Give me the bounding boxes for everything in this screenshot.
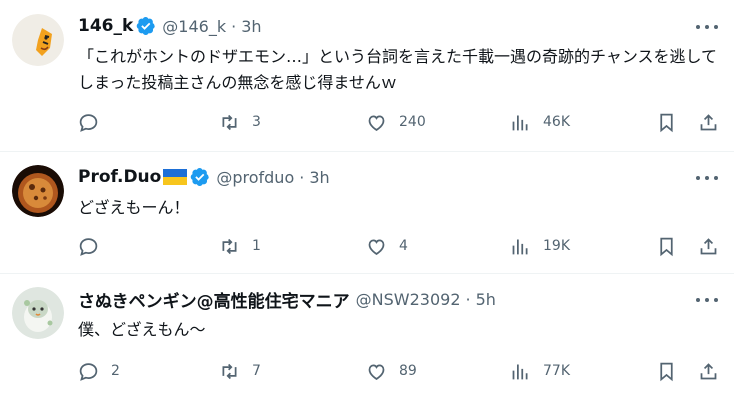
author-name[interactable]: 146_k xyxy=(78,16,133,36)
like-count: 240 xyxy=(399,114,426,130)
reply-button[interactable] xyxy=(78,111,111,133)
post[interactable]: さぬきペンギン@高性能住宅マニア @NSW23092 · 5h 僕、どざえもん〜… xyxy=(0,273,734,408)
avatar[interactable] xyxy=(12,14,64,66)
share-icon xyxy=(700,237,717,254)
like-button[interactable]: 89 xyxy=(366,360,417,382)
share-button[interactable] xyxy=(698,111,719,133)
repost-button[interactable]: 3 xyxy=(219,111,261,133)
avatar[interactable] xyxy=(12,165,64,217)
bookmark-button[interactable] xyxy=(656,235,677,257)
bookmark-button[interactable] xyxy=(656,111,677,133)
repost-button[interactable]: 1 xyxy=(219,235,261,257)
separator-dot: · xyxy=(231,16,237,36)
post-text: 「これがホントのドザエモン…」という台詞を言えた千載一遇の奇跡的チャンスを逃して… xyxy=(78,47,718,92)
more-icon[interactable] xyxy=(696,20,718,34)
ukraine-flag-icon xyxy=(163,169,188,185)
post-text: どざえもーん！ xyxy=(78,198,190,217)
bookmark-icon xyxy=(660,362,673,381)
reply-icon xyxy=(79,113,98,132)
repost-count: 3 xyxy=(252,114,261,130)
author-handle[interactable]: @146_k xyxy=(162,17,226,36)
like-button[interactable]: 240 xyxy=(366,111,426,133)
like-count: 4 xyxy=(399,238,408,254)
author-name[interactable]: Prof.Duo xyxy=(78,167,161,187)
share-icon xyxy=(700,113,717,130)
post[interactable]: 146_k @146_k · 3h 「これがホントのドザエモン…」という台詞を言… xyxy=(0,0,734,151)
like-icon xyxy=(368,363,385,380)
action-bar: 2 7 89 77K xyxy=(78,360,718,382)
repost-icon xyxy=(222,363,237,379)
verified-badge-icon xyxy=(191,168,210,186)
views-button[interactable]: 19K xyxy=(510,235,570,257)
like-count: 89 xyxy=(399,363,417,379)
action-bar: 1 4 19K xyxy=(78,235,718,257)
reply-icon xyxy=(79,237,98,256)
verified-badge-icon xyxy=(137,17,156,35)
views-icon xyxy=(512,364,528,379)
timestamp[interactable]: 5h xyxy=(476,290,496,309)
avatar[interactable] xyxy=(12,287,64,339)
timestamp[interactable]: 3h xyxy=(309,168,329,187)
reply-count: 2 xyxy=(111,363,120,379)
post-text: 僕、どざえもん〜 xyxy=(78,320,206,339)
author-name[interactable]: さぬきペンギン@高性能住宅マニア xyxy=(78,287,350,312)
repost-icon xyxy=(222,114,237,130)
author-handle[interactable]: @NSW23092 xyxy=(356,290,461,309)
like-button[interactable]: 4 xyxy=(366,235,408,257)
views-count: 19K xyxy=(543,238,570,254)
post[interactable]: Prof.Duo @profduo · 3h どざえもーん！ 1 4 19K xyxy=(0,151,734,273)
reply-icon xyxy=(79,362,98,381)
bookmark-button[interactable] xyxy=(656,360,677,382)
more-icon[interactable] xyxy=(696,171,718,185)
views-button[interactable]: 77K xyxy=(510,360,570,382)
author-handle[interactable]: @profduo xyxy=(216,168,294,187)
reply-button[interactable]: 2 xyxy=(78,360,120,382)
views-button[interactable]: 46K xyxy=(510,111,570,133)
more-icon[interactable] xyxy=(696,293,718,307)
views-icon xyxy=(512,115,528,130)
like-icon xyxy=(368,238,385,255)
share-button[interactable] xyxy=(698,235,719,257)
repost-count: 1 xyxy=(252,238,261,254)
bookmark-icon xyxy=(660,237,673,256)
separator-dot: · xyxy=(299,167,305,187)
views-count: 77K xyxy=(543,363,570,379)
views-icon xyxy=(512,239,528,254)
repost-count: 7 xyxy=(252,363,261,379)
separator-dot: · xyxy=(465,289,471,309)
bookmark-icon xyxy=(660,113,673,132)
reply-button[interactable] xyxy=(78,235,111,257)
share-icon xyxy=(700,362,717,379)
like-icon xyxy=(368,114,385,131)
repost-icon xyxy=(222,238,237,254)
views-count: 46K xyxy=(543,114,570,130)
action-bar: 3 240 46K xyxy=(78,111,718,133)
share-button[interactable] xyxy=(698,360,719,382)
repost-button[interactable]: 7 xyxy=(219,360,261,382)
timestamp[interactable]: 3h xyxy=(241,17,261,36)
